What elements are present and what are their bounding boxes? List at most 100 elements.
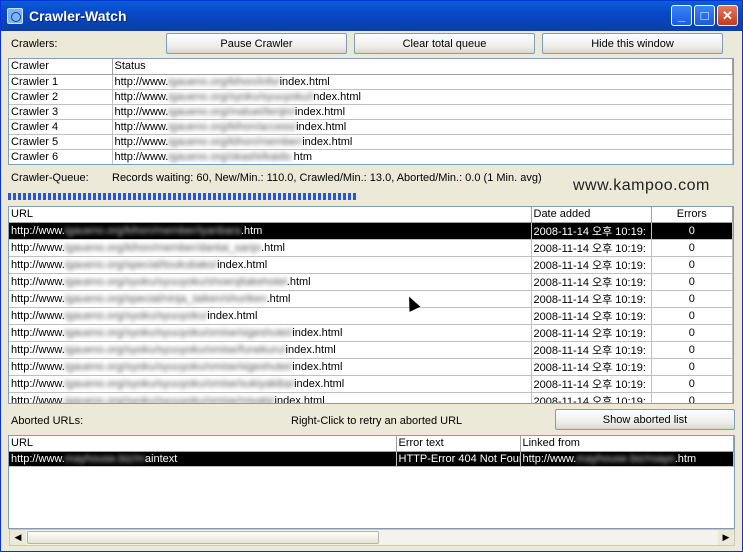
queue-errors: 0 [651,290,733,308]
status-url-prefix: http://www. [114,75,169,88]
crawler-row[interactable]: Crawler 1 http://www.igaueno.org/kihon/in… [9,74,733,90]
queue-row[interactable]: http://www.igaueno.org/syoku/syuuyoku/om… [9,392,733,404]
aborted-url: http://www.mayhouse.biz/maintext [9,451,397,467]
queue-url-suffix: .html [261,241,285,254]
column-header-status[interactable]: Status [112,59,733,75]
queue-url-prefix: http://www. [11,394,65,404]
watermark-text: www.kampoo.com [573,177,710,194]
queue-row[interactable]: http://www.igaueno.org/syoku/syuuyoku/om… [9,358,733,376]
status-url-blurred: igaueno.org/kihon/member/ [168,135,303,148]
progress-segment [48,193,51,200]
aborted-url-suffix: aintext [144,452,178,465]
scroll-left-arrow-icon[interactable]: ◀ [10,530,26,545]
minimize-button[interactable]: _ [671,5,692,26]
close-button[interactable]: ✕ [717,5,738,26]
show-aborted-list-button[interactable]: Show aborted list [555,409,735,430]
progress-segment [243,193,246,200]
column-header-aborted-url[interactable]: URL [9,436,397,452]
queue-date-added: 2008-11-14 오후 10:19: [531,341,652,359]
progress-segment [188,193,191,200]
queue-url-suffix: index.html [292,360,343,373]
status-url-prefix: http://www. [114,105,169,118]
queue-date-added: 2008-11-14 오후 10:19: [531,222,652,240]
progress-segment [208,193,211,200]
progress-segment [313,193,316,200]
crawlers-label: Crawlers: [11,38,58,50]
crawler-row[interactable]: Crawler 5 http://www.igaueno.org/kihon/me… [9,134,733,150]
queue-date-added: 2008-11-14 오후 10:19: [531,239,652,257]
crawler-name: Crawler 3 [9,104,113,120]
queue-url-prefix: http://www. [11,292,65,305]
crawler-name: Crawler 6 [9,149,113,164]
queue-url-blurred: igaueno.org/syoku/syuuyoku/ [64,309,208,322]
title-bar[interactable]: Crawler-Watch _ □ ✕ [1,1,742,31]
queue-errors: 0 [651,392,733,403]
crawler-row[interactable]: Crawler 2 http://www.igaueno.org/syoku/sy… [9,89,733,105]
maximize-button[interactable]: □ [694,5,715,26]
aborted-url-prefix: http://www. [11,452,65,465]
queue-row[interactable]: http://www.igaueno.org/syoku/syuuyoku/om… [9,375,733,393]
queue-grid[interactable]: URL Date added Errors http://www.igaueno… [8,206,734,404]
progress-segment [223,193,226,200]
status-url-blurred: igaueno.org/syoku/syuuyoku/i [168,90,314,103]
crawler-row[interactable]: Crawler 4 http://www.igaueno.org/kihon/ac… [9,119,733,135]
linked-url-suffix: .htm [674,452,697,465]
crawler-name: Crawler 4 [9,119,113,135]
crawler-row[interactable]: Crawler 6 http://www.igaueno.org/okashi/k… [9,149,733,164]
queue-row[interactable]: http://www.igaueno.org/syoku/syuuyoku/in… [9,307,733,325]
progress-segment [228,193,231,200]
queue-url-suffix: .htm [240,224,263,237]
queue-row[interactable]: http://www.igaueno.org/special/toukubako… [9,256,733,274]
queue-row[interactable]: http://www.igaueno.org/kihon/member/dant… [9,239,733,257]
aborted-row[interactable]: http://www.mayhouse.biz/maintext HTTP-Err… [9,451,734,467]
queue-row[interactable]: http://www.igaueno.org/kihon/member/iyan… [9,222,733,240]
column-header-date-added[interactable]: Date added [531,207,652,223]
queue-url-suffix: index.html [285,343,336,356]
aborted-grid[interactable]: URL Error text Linked from http://www.ma… [8,435,735,529]
status-url-blurred: igaueno.org/kihon/access/ [168,120,297,133]
progress-segment [53,193,56,200]
crawler-name: Crawler 5 [9,134,113,150]
progress-segment [288,193,291,200]
scroll-right-arrow-icon[interactable]: ▶ [718,530,734,545]
progress-segment [143,193,146,200]
horizontal-scrollbar[interactable]: ◀ ▶ [9,529,735,546]
linked-url-prefix: http://www. [522,452,577,465]
queue-url-blurred: igaueno.org/special/ninja_taiken/shurike… [64,292,267,305]
progress-segment [173,193,176,200]
queue-date-added: 2008-11-14 오후 10:19: [531,375,652,393]
progress-segment [83,193,86,200]
queue-row[interactable]: http://www.igaueno.org/special/ninja_tai… [9,290,733,308]
queue-url-suffix: .html [266,292,291,305]
progress-segment [93,193,96,200]
queue-row[interactable]: http://www.igaueno.org/syoku/syuuyoku/om… [9,341,733,359]
progress-segment [78,193,81,200]
queue-errors: 0 [651,256,733,274]
crawler-status: http://www.igaueno.org/matuei/tenjin/ind… [112,104,733,120]
column-header-error-text[interactable]: Error text [396,436,521,452]
progress-segment [238,193,241,200]
status-url-blurred: igaueno.org/matuei/tenjin/ [168,105,295,118]
queue-errors: 0 [651,222,733,240]
column-header-crawler[interactable]: Crawler [9,59,113,75]
retry-hint: Right-Click to retry an aborted URL [291,415,463,427]
crawler-status: http://www.igaueno.org/syoku/syuuyoku/in… [112,89,733,105]
scroll-thumb[interactable] [27,531,379,544]
crawlers-grid[interactable]: Crawler Status Crawler 1 http://www.igaue… [8,58,734,165]
queue-url-prefix: http://www. [11,309,65,322]
queue-url-blurred: igaueno.org/syoku/syuuyoku/omise/sigeshu… [64,326,293,339]
queue-url-prefix: http://www. [11,326,65,339]
column-header-linked-from[interactable]: Linked from [520,436,734,452]
queue-row[interactable]: http://www.igaueno.org/syoku/syuuyoku/sh… [9,273,733,291]
clear-queue-button[interactable]: Clear total queue [354,33,535,54]
crawler-row[interactable]: Crawler 3 http://www.igaueno.org/matuei/t… [9,104,733,120]
pause-crawler-button[interactable]: Pause Crawler [166,33,347,54]
progress-segment [278,193,281,200]
queue-url-suffix: index.html [292,326,343,339]
column-header-errors[interactable]: Errors [651,207,733,223]
hide-window-button[interactable]: Hide this window [542,33,723,54]
column-header-url[interactable]: URL [9,207,532,223]
queue-row[interactable]: http://www.igaueno.org/syoku/syuuyoku/om… [9,324,733,342]
queue-url-prefix: http://www. [11,258,65,271]
queue-url-blurred: igaueno.org/special/toukubako/ [64,258,218,271]
